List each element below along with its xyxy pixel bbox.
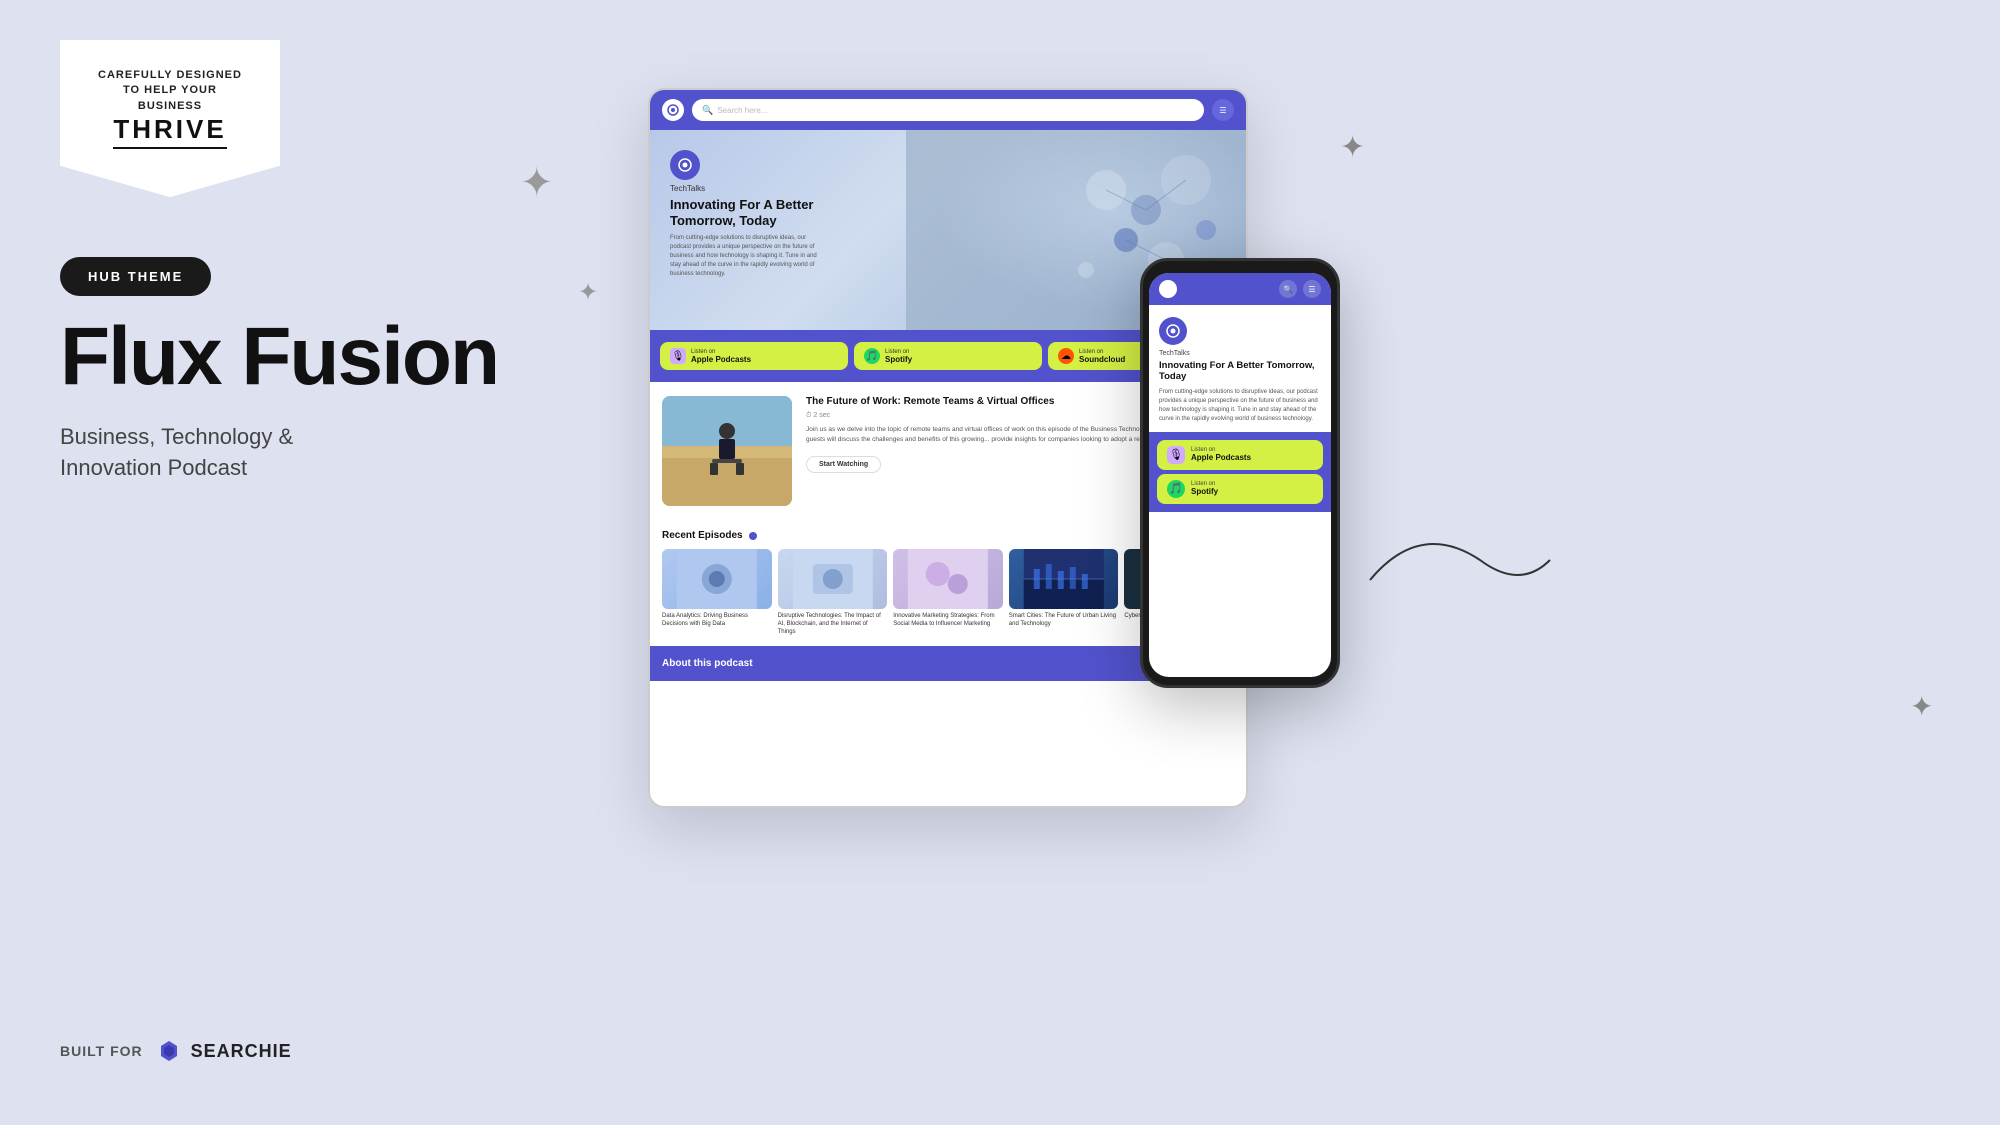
mobile-apple-icon: 🎙 <box>1167 446 1185 464</box>
apple-podcasts-text: Listen on Apple Podcasts <box>691 349 751 364</box>
searchie-name: SEARCHIE <box>191 1041 292 1062</box>
spotify-btn[interactable]: 🎵 Listen on Spotify <box>854 342 1042 370</box>
spotify-icon: 🎵 <box>864 348 880 364</box>
search-icon: 🔍 <box>702 105 713 116</box>
ep-caption-2: Disruptive Technologies: The Impact of A… <box>778 613 888 636</box>
mobile-nav-icons: 🔍 ☰ <box>1279 280 1321 298</box>
mobile-menu-icon: ☰ <box>1308 285 1315 294</box>
apple-platform-name: Apple Podcasts <box>691 355 751 364</box>
built-for-label: BUILT FOR <box>60 1043 143 1059</box>
main-title: Flux Fusion <box>60 316 498 398</box>
deco-curve <box>1360 500 1560 650</box>
episode-card-3: Innovative Marketing Strategies: From So… <box>893 549 1003 636</box>
logo-icon <box>666 103 680 117</box>
ep-caption-3: Innovative Marketing Strategies: From So… <box>893 613 1003 629</box>
mobile-notch <box>1210 261 1270 271</box>
mobile-description: From cutting-edge solutions to disruptiv… <box>1159 388 1321 424</box>
mobile-apple-platform: Apple Podcasts <box>1191 453 1251 462</box>
mobile-spotify-icon: 🎵 <box>1167 480 1185 498</box>
mobile-screen: 🔍 ☰ TechTalks Innovating For A Better To… <box>1149 273 1331 677</box>
hero-logo <box>670 150 700 180</box>
mobile-search-icon: 🔍 <box>1283 285 1293 294</box>
banner-subtitle: CAREFULLY DESIGNED TO HELP YOUR BUSINESS <box>96 68 244 114</box>
star-decoration-2: ✦ <box>578 278 598 307</box>
searchie-logo: SEARCHIE <box>155 1037 292 1065</box>
menu-icon: ☰ <box>1219 106 1226 115</box>
apple-podcasts-icon: 🎙 <box>670 348 686 364</box>
ep-visual-1 <box>662 549 772 609</box>
about-title: About this podcast <box>662 658 753 669</box>
desktop-search[interactable]: 🔍 Search here... <box>692 99 1204 121</box>
mobile-hero: TechTalks Innovating For A Better Tomorr… <box>1149 305 1331 432</box>
mobile-apple-text: Listen on Apple Podcasts <box>1191 447 1251 462</box>
star-decoration-1: ✦ <box>520 160 554 206</box>
mobile-spotify-btn[interactable]: 🎵 Listen on Spotify <box>1157 474 1323 504</box>
mobile-hero-logo <box>1159 317 1187 345</box>
ep-thumb-3 <box>893 549 1003 609</box>
ep-caption-4: Smart Cities: The Future of Urban Living… <box>1009 613 1119 629</box>
banner: CAREFULLY DESIGNED TO HELP YOUR BUSINESS… <box>60 40 280 197</box>
hero-description: From cutting-edge solutions to disruptiv… <box>670 234 820 279</box>
episode-thumbnail-visual <box>662 396 792 506</box>
soundcloud-icon: ☁ <box>1058 348 1074 364</box>
start-watching-button[interactable]: Start Watching <box>806 456 881 473</box>
ep-visual-3 <box>893 549 1003 609</box>
subtitle: Business, Technology &Innovation Podcast <box>60 422 293 484</box>
mobile-title: Innovating For A Better Tomorrow, Today <box>1159 360 1321 383</box>
hero-logo-icon <box>677 157 693 173</box>
soundcloud-platform-name: Soundcloud <box>1079 355 1125 364</box>
ep-thumb-1 <box>662 549 772 609</box>
soundcloud-text: Listen on Soundcloud <box>1079 349 1125 364</box>
episode-card-1: Data Analytics: Driving Business Decisio… <box>662 549 772 636</box>
hub-theme-badge: HUB THEME <box>60 257 211 296</box>
mobile-menu-btn[interactable]: ☰ <box>1303 280 1321 298</box>
mobile-brand: TechTalks <box>1159 350 1321 357</box>
spotify-platform-name: Spotify <box>885 355 912 364</box>
ep-visual-2 <box>778 549 888 609</box>
mobile-nav-bar: 🔍 ☰ <box>1149 273 1331 305</box>
mobile-listen-section: 🎙 Listen on Apple Podcasts 🎵 Listen on S… <box>1149 432 1331 512</box>
searchie-icon <box>155 1037 183 1065</box>
recent-episodes-title: Recent Episodes <box>662 530 743 541</box>
banner-thrive: THRIVE <box>113 114 226 149</box>
featured-episode-thumbnail <box>662 396 792 506</box>
mobile-apple-podcasts-btn[interactable]: 🎙 Listen on Apple Podcasts <box>1157 440 1323 470</box>
hero-brand: TechTalks <box>670 184 830 193</box>
ep-caption-1: Data Analytics: Driving Business Decisio… <box>662 613 772 629</box>
mobile-search-btn[interactable]: 🔍 <box>1279 280 1297 298</box>
left-panel: CAREFULLY DESIGNED TO HELP YOUR BUSINESS… <box>0 0 640 1125</box>
episode-card-2: Disruptive Technologies: The Impact of A… <box>778 549 888 636</box>
built-for-section: BUILT FOR SEARCHIE <box>60 1037 292 1065</box>
ep-visual-4 <box>1009 549 1119 609</box>
mobile-logo <box>1159 280 1177 298</box>
hero-title: Innovating For A Better Tomorrow, Today <box>670 197 830 228</box>
hero-content: TechTalks Innovating For A Better Tomorr… <box>670 150 830 279</box>
mobile-spotify-platform: Spotify <box>1191 487 1218 496</box>
deco-star-4: ✦ <box>1910 690 1933 723</box>
ep-thumb-2 <box>778 549 888 609</box>
episode-card-4: Smart Cities: The Future of Urban Living… <box>1009 549 1119 636</box>
mobile-mockup: 🔍 ☰ TechTalks Innovating For A Better To… <box>1140 258 1340 688</box>
desktop-logo <box>662 99 684 121</box>
spotify-text: Listen on Spotify <box>885 349 912 364</box>
deco-star-3: ✦ <box>1340 130 1365 165</box>
desktop-menu-btn[interactable]: ☰ <box>1212 99 1234 121</box>
mobile-logo-icon <box>1165 323 1181 339</box>
ep-thumb-4 <box>1009 549 1119 609</box>
search-placeholder: Search here... <box>717 106 767 115</box>
apple-podcasts-btn[interactable]: 🎙 Listen on Apple Podcasts <box>660 342 848 370</box>
mobile-spotify-text: Listen on Spotify <box>1191 481 1218 496</box>
recent-dot <box>749 532 757 540</box>
desktop-nav-bar: 🔍 Search here... ☰ <box>650 90 1246 130</box>
